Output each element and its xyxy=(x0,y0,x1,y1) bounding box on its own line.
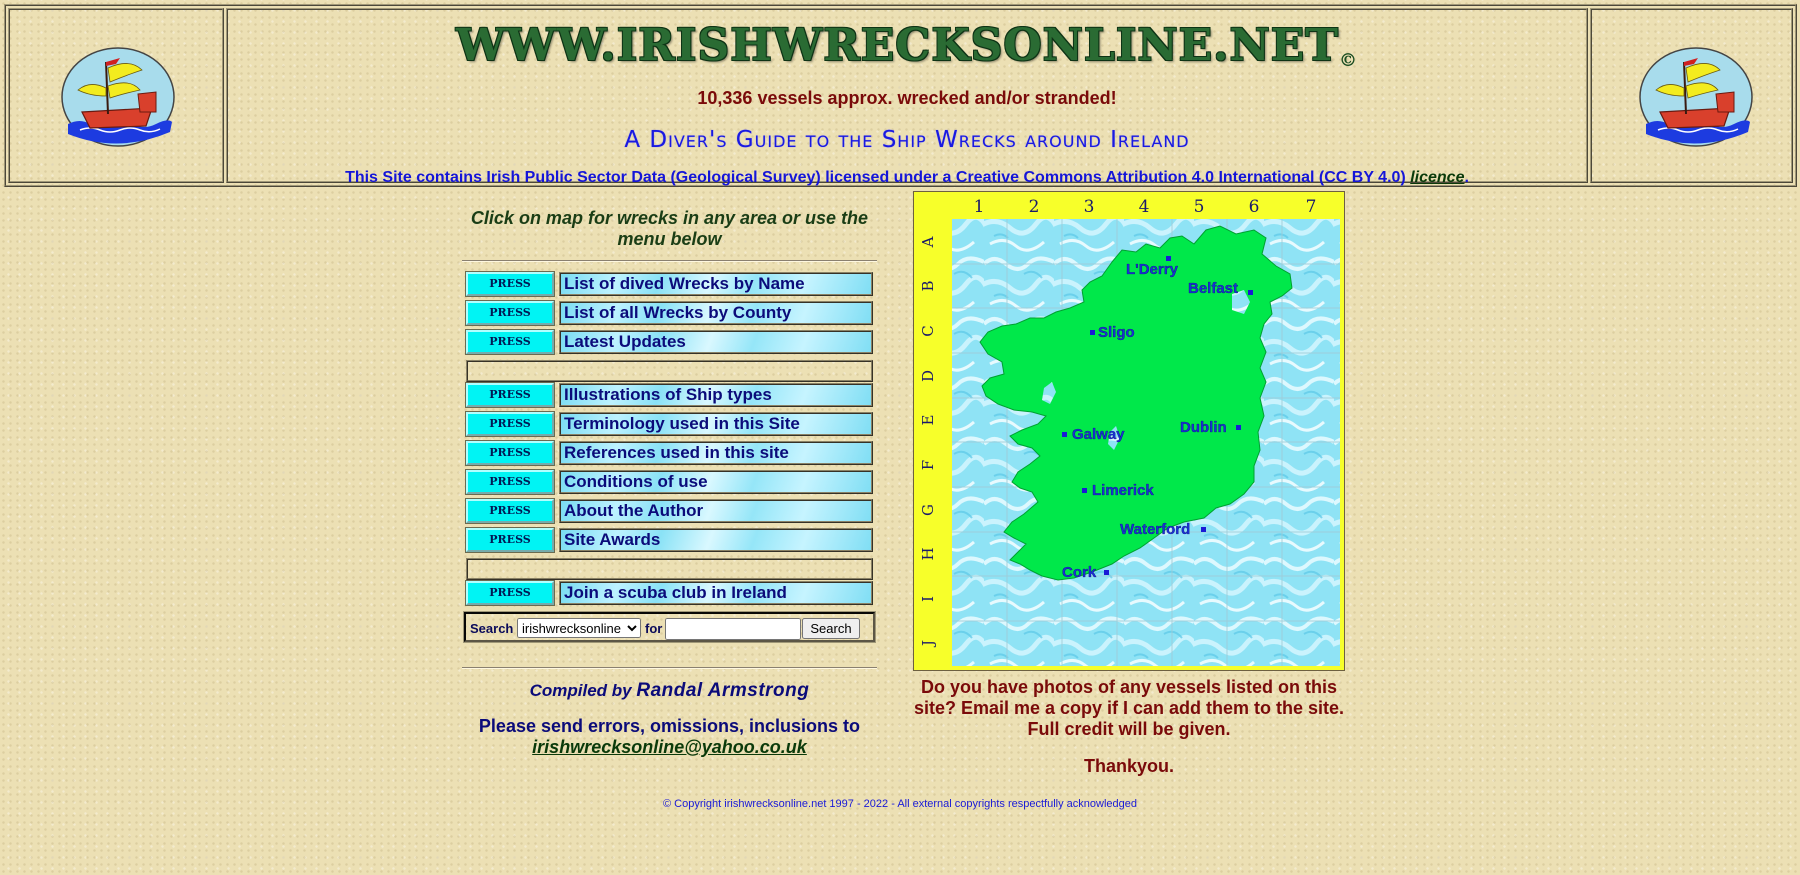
map-svg[interactable]: 1 2 3 4 5 6 7 A B C D E F G H I J L'Derr… xyxy=(914,192,1344,670)
menu-row-dived-wrecks: PRESS List of dived Wrecks by Name xyxy=(464,271,875,299)
photo-request: Do you have photos of any vessels listed… xyxy=(913,677,1345,739)
search-label: Search xyxy=(470,621,514,636)
row-label: A xyxy=(919,236,937,248)
menu-spacer xyxy=(466,558,873,580)
city-label-limerick[interactable]: Limerick xyxy=(1092,482,1155,499)
search-input[interactable] xyxy=(665,618,801,640)
menu-row-conditions: PRESS Conditions of use xyxy=(464,469,875,497)
city-label-lderry[interactable]: L'Derry xyxy=(1126,261,1179,278)
menu-item-latest-updates[interactable]: Latest Updates xyxy=(559,330,873,354)
column-label: 5 xyxy=(1194,197,1205,217)
license-notice: This Site contains Irish Public Sector D… xyxy=(228,169,1586,187)
menu-item-about-author[interactable]: About the Author xyxy=(559,499,873,523)
search-button[interactable]: Search xyxy=(802,618,860,639)
divider xyxy=(462,667,877,669)
site-title: WWW.IRISHWRECKSONLINE.NET© xyxy=(228,20,1586,71)
row-label: H xyxy=(919,547,937,560)
column-label: 4 xyxy=(1139,197,1150,217)
menu-item-references[interactable]: References used in this site xyxy=(559,441,873,465)
menu-item-ship-types[interactable]: Illustrations of Ship types xyxy=(559,383,873,407)
row-label: C xyxy=(919,325,937,336)
search-scope-select[interactable]: irishwrecksonline xyxy=(517,618,641,638)
city-label-belfast[interactable]: Belfast xyxy=(1188,280,1238,297)
row-label: G xyxy=(919,504,937,516)
footer-copyright: © Copyright irishwrecksonline.net 1997 -… xyxy=(662,798,1137,810)
left-logo-cell xyxy=(8,8,224,183)
menu-row-wrecks-by-county: PRESS List of all Wrecks by County xyxy=(464,300,875,328)
press-button[interactable]: PRESS xyxy=(465,271,555,297)
press-button[interactable]: PRESS xyxy=(465,580,555,606)
thanks-note: Thankyou. xyxy=(1083,756,1174,776)
licence-link[interactable]: licence xyxy=(1410,169,1464,186)
header-table: WWW.IRISHWRECKSONLINE.NET© 10,336 vessel… xyxy=(4,4,1797,187)
divider xyxy=(462,260,877,262)
city-label-galway[interactable]: Galway xyxy=(1072,426,1125,443)
column-label: 6 xyxy=(1249,197,1260,217)
row-label: I xyxy=(919,596,937,602)
license-text: This Site contains Irish Public Sector D… xyxy=(345,169,1406,186)
menu-row-terminology: PRESS Terminology used in this Site xyxy=(464,411,875,439)
column-label: 2 xyxy=(1029,197,1040,217)
license-end: . xyxy=(1464,169,1469,186)
site-title-text: WWW.IRISHWRECKSONLINE.NET xyxy=(456,20,1339,71)
menu-item-conditions[interactable]: Conditions of use xyxy=(559,470,873,494)
press-button[interactable]: PRESS xyxy=(465,469,555,495)
column-label: 3 xyxy=(1084,197,1095,217)
menu-row-ship-types: PRESS Illustrations of Ship types xyxy=(464,382,875,410)
press-button[interactable]: PRESS xyxy=(465,498,555,524)
vessels-count: 10,336 vessels approx. wrecked and/or st… xyxy=(697,88,1117,108)
press-button[interactable]: PRESS xyxy=(465,329,555,355)
right-logo-cell xyxy=(1590,8,1793,183)
menu-item-terminology[interactable]: Terminology used in this Site xyxy=(559,412,873,436)
column-labels: 1 2 3 4 5 6 7 xyxy=(974,197,1317,217)
copyright-mark: © xyxy=(1338,50,1358,71)
title-cell: WWW.IRISHWRECKSONLINE.NET© 10,336 vessel… xyxy=(226,8,1588,186)
for-label: for xyxy=(645,621,663,636)
menu-row-site-awards: PRESS Site Awards xyxy=(464,527,875,555)
press-button[interactable]: PRESS xyxy=(465,527,555,553)
row-label: D xyxy=(919,370,937,382)
menu-row-latest-updates: PRESS Latest Updates xyxy=(464,329,875,357)
menu-row-references: PRESS References used in this site xyxy=(464,440,875,468)
press-button[interactable]: PRESS xyxy=(465,300,555,326)
menu-item-site-awards[interactable]: Site Awards xyxy=(559,528,873,552)
city-label-waterford[interactable]: Waterford xyxy=(1120,521,1191,538)
site-subtitle: A Diver's Guide to the Ship Wrecks aroun… xyxy=(624,127,1190,153)
column-label: 7 xyxy=(1306,197,1317,217)
city-label-sligo[interactable]: Sligo xyxy=(1098,324,1135,341)
menu-item-dived-wrecks[interactable]: List of dived Wrecks by Name xyxy=(559,272,873,296)
search-bar: Search irishwrecksonline for Search xyxy=(463,611,876,643)
row-label: B xyxy=(919,280,937,291)
row-label: J xyxy=(919,640,937,648)
compiled-by-label: Compiled by xyxy=(529,681,632,700)
compiled-by: Compiled by Randal Armstrong xyxy=(462,680,877,702)
city-label-cork[interactable]: Cork xyxy=(1062,564,1097,581)
press-button[interactable]: PRESS xyxy=(465,411,555,437)
press-button[interactable]: PRESS xyxy=(465,382,555,408)
row-labels: A B C D E F G H I J xyxy=(919,236,937,648)
city-label-dublin[interactable]: Dublin xyxy=(1180,419,1227,436)
ireland-map[interactable]: 1 2 3 4 5 6 7 A B C D E F G H I J L'Derr… xyxy=(913,191,1345,671)
row-label: E xyxy=(919,415,937,426)
press-button[interactable]: PRESS xyxy=(465,440,555,466)
row-label: F xyxy=(919,460,937,470)
menu-item-wrecks-by-county[interactable]: List of all Wrecks by County xyxy=(559,301,873,325)
menu-row-about-author: PRESS About the Author xyxy=(464,498,875,526)
map-instructions: Click on map for wrecks in any area or u… xyxy=(470,208,869,249)
email-link[interactable]: irishwrecksonline@yahoo.co.uk xyxy=(532,737,807,757)
contact-note: Please send errors, omissions, inclusion… xyxy=(462,716,877,758)
menu-row-scuba-club: PRESS Join a scuba club in Ireland xyxy=(464,580,875,608)
menu-item-scuba-club[interactable]: Join a scuba club in Ireland xyxy=(559,581,873,605)
menu-spacer xyxy=(466,360,873,382)
column-label: 1 xyxy=(974,197,985,217)
author-name: Randal Armstrong xyxy=(636,680,810,701)
contact-text: Please send errors, omissions, inclusion… xyxy=(478,716,861,736)
ship-logo-icon xyxy=(1639,47,1753,147)
ship-logo-icon xyxy=(61,47,175,147)
